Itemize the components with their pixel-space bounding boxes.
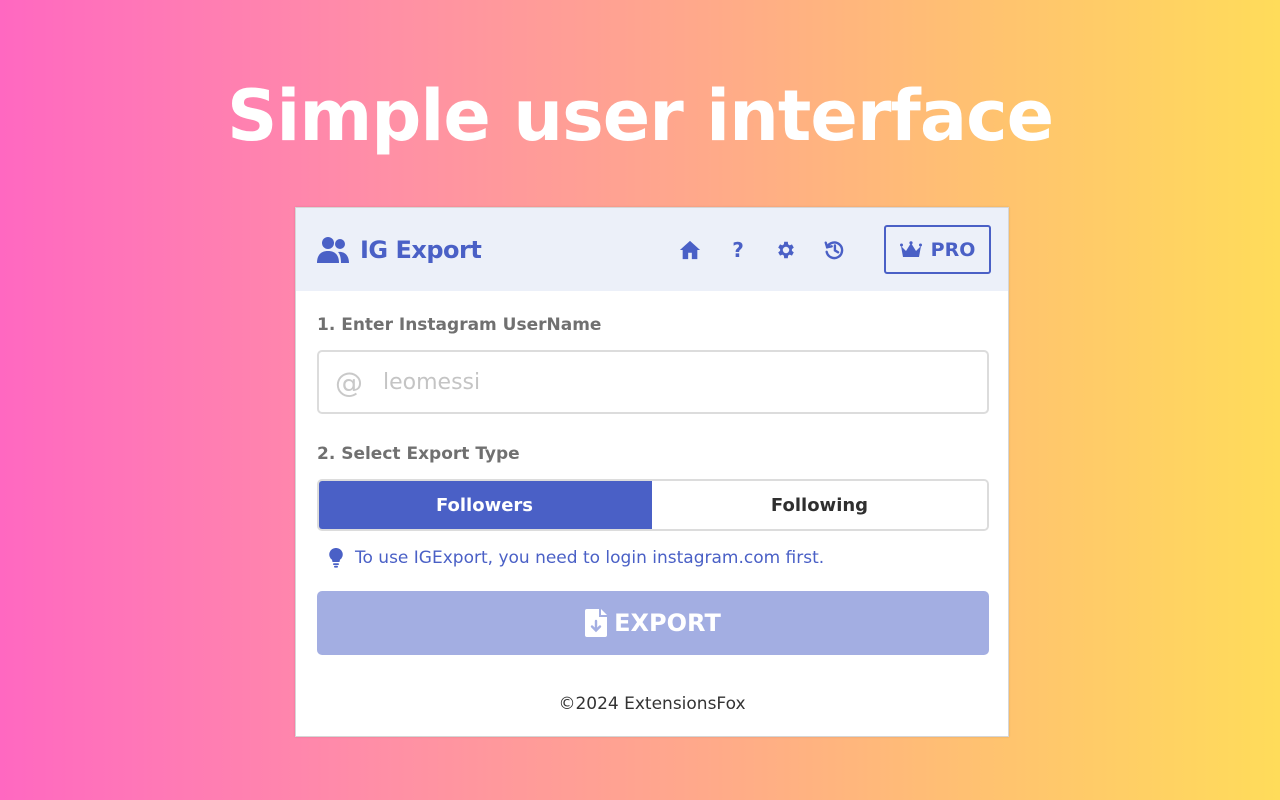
home-icon — [679, 240, 701, 259]
home-button[interactable] — [678, 238, 702, 262]
pro-label: PRO — [930, 238, 976, 261]
extension-popup: IG Export ? PRO 1. Enter Instagram UserN… — [295, 207, 1009, 737]
export-type-selector: Followers Following — [317, 479, 989, 531]
pro-button[interactable]: PRO — [884, 225, 991, 274]
users-icon — [317, 236, 349, 263]
history-icon — [824, 240, 844, 259]
question-icon: ? — [732, 237, 744, 262]
at-icon: @ — [335, 365, 363, 399]
help-button[interactable]: ? — [726, 238, 750, 262]
crown-icon — [899, 240, 922, 257]
banner-headline: Simple user interface — [226, 75, 1054, 157]
lightbulb-icon — [329, 548, 343, 568]
popup-header: IG Export ? PRO — [296, 208, 1008, 291]
step2-label: 2. Select Export Type — [317, 444, 520, 464]
login-tip: To use IGExport, you need to login insta… — [329, 548, 824, 568]
history-button[interactable] — [822, 238, 846, 262]
step1-label: 1. Enter Instagram UserName — [317, 315, 602, 335]
username-input[interactable] — [383, 369, 963, 395]
file-download-icon — [585, 609, 608, 637]
export-type-following[interactable]: Following — [652, 481, 987, 529]
export-button[interactable]: EXPORT — [317, 591, 989, 655]
settings-button[interactable] — [774, 238, 798, 262]
header-nav: ? — [678, 238, 846, 262]
tip-text: To use IGExport, you need to login insta… — [355, 548, 825, 568]
gear-icon — [778, 241, 794, 258]
brand: IG Export — [316, 235, 482, 264]
export-label: EXPORT — [614, 609, 721, 637]
export-type-followers[interactable]: Followers — [319, 481, 652, 529]
username-field: @ — [317, 350, 989, 414]
footer-copyright: ©2024 ExtensionsFox — [558, 694, 746, 714]
app-title: IG Export — [360, 235, 482, 264]
